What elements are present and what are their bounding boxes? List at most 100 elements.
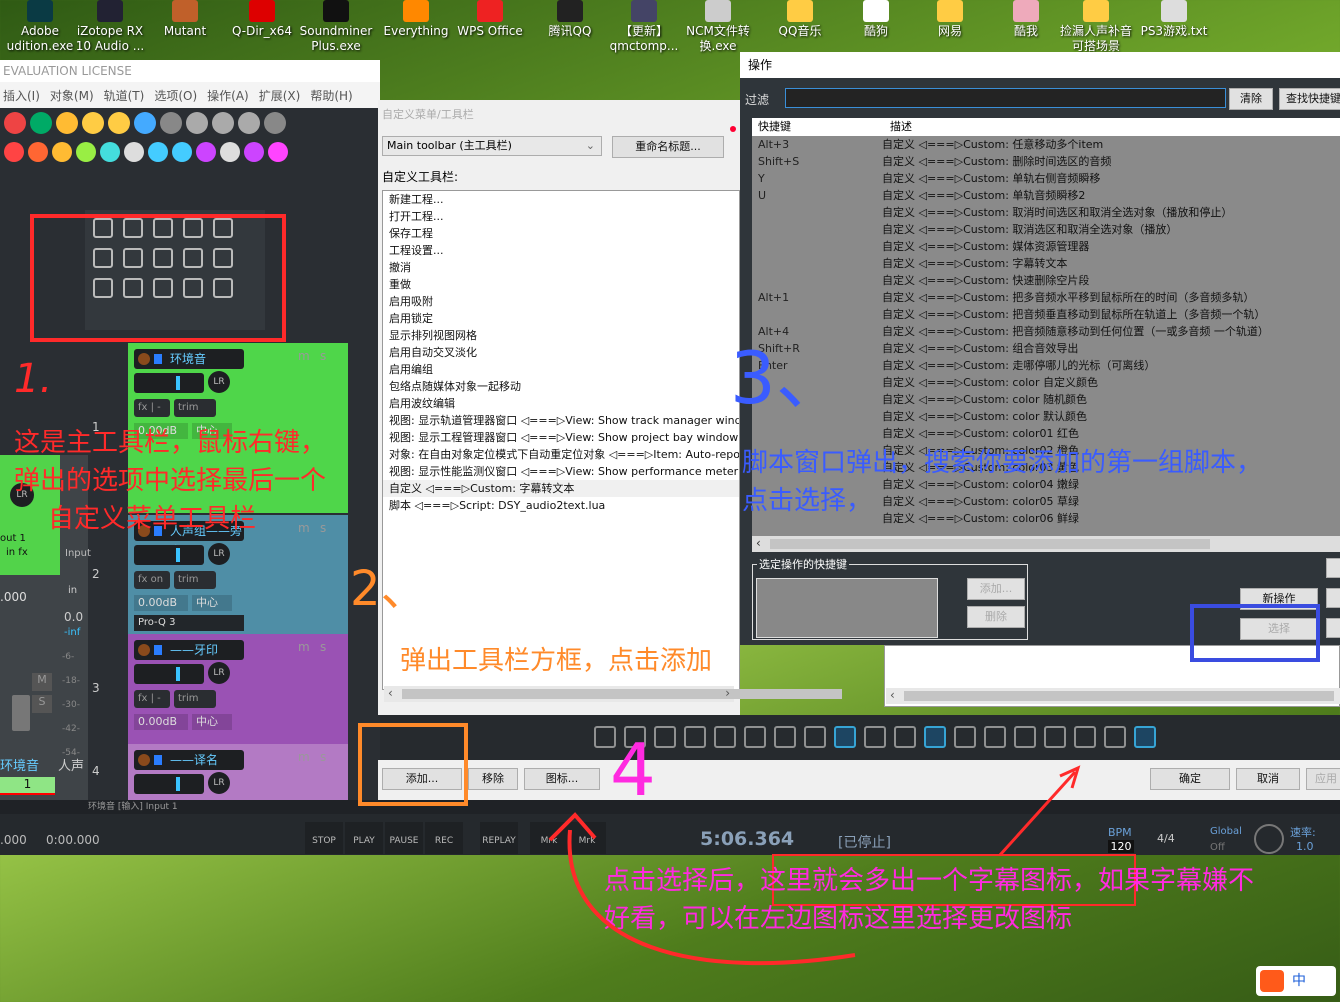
transport-stop-button[interactable]: STOP <box>305 822 343 854</box>
transport-mrk-button[interactable]: Mrk <box>568 822 606 854</box>
desktop-icon[interactable]: Soundminer Plus.exe <box>296 0 376 54</box>
toolbar-preview-icon[interactable] <box>684 726 706 748</box>
toolbar-list-item[interactable]: 显示排列视图网格 <box>383 327 739 344</box>
apply-button[interactable]: 应用 <box>1306 768 1340 790</box>
toolbar-preview-icon[interactable] <box>864 726 886 748</box>
toolbar-list-item[interactable]: 启用锁定 <box>383 310 739 327</box>
clear-button[interactable]: 清除 <box>1229 88 1273 110</box>
menu-item[interactable]: 扩展(X) <box>259 87 301 104</box>
time-signature[interactable]: 4/4 <box>1157 832 1175 845</box>
mute-button[interactable]: m <box>298 349 310 363</box>
flower-icon[interactable] <box>28 142 48 162</box>
action-row[interactable]: 自定义 ◁===▷Custom: 取消选区和取消全选对象（播放） <box>752 221 1340 238</box>
toolbar-icon[interactable] <box>108 112 130 134</box>
toolbar-list-item[interactable]: 脚本 ◁===▷Script: DSY_audio2text.lua <box>383 497 739 514</box>
action-row[interactable]: U 自定义 ◁===▷Custom: 单轨音频瞬移2 <box>752 187 1340 204</box>
toolbar-preview-icon[interactable] <box>984 726 1006 748</box>
toolbar-icon[interactable] <box>160 112 182 134</box>
toolbar-preview-icon[interactable] <box>924 726 946 748</box>
mute-button[interactable]: m <box>298 640 310 654</box>
record-arm-icon[interactable] <box>138 644 150 656</box>
toolbar-preview-icon[interactable] <box>1044 726 1066 748</box>
ime-indicator[interactable]: 中 <box>1256 966 1336 996</box>
track-name[interactable]: ——译名 <box>134 750 244 770</box>
desktop-icon[interactable]: 捡漏人声补音 可搭场景 <box>1056 0 1136 54</box>
desktop-icon[interactable]: Q-Dir_x64 <box>222 0 302 39</box>
side-button[interactable] <box>1326 618 1340 638</box>
track-row[interactable]: 3 ——牙印 LR fx | - trim 0.00dB 中心 m s <box>88 634 348 744</box>
desktop-icon[interactable]: iZotope RX 10 Audio ... <box>70 0 150 54</box>
flower-icon[interactable] <box>148 142 168 162</box>
menu-item[interactable]: 插入(I) <box>3 87 40 104</box>
toolbar-icon[interactable] <box>212 112 234 134</box>
toolbar-preview-icon[interactable] <box>1104 726 1126 748</box>
toolbar-preview-icon[interactable] <box>954 726 976 748</box>
pan-knob[interactable]: LR <box>208 662 230 684</box>
toolbar-preview-icon[interactable] <box>654 726 676 748</box>
menu-item[interactable]: 选项(O) <box>154 87 197 104</box>
rename-title-button[interactable]: 重命名标题... <box>612 136 724 158</box>
flower-icon[interactable] <box>4 142 24 162</box>
speaker-icon[interactable] <box>154 645 162 655</box>
track-pan[interactable]: 中心 <box>192 714 232 730</box>
in-fx-label[interactable]: in fx <box>6 547 28 558</box>
toolbar-preview-icon[interactable] <box>804 726 826 748</box>
desktop-icon[interactable]: 【更新】 qmctomp... <box>604 0 684 54</box>
menu-item[interactable]: 操作(A) <box>207 87 249 104</box>
track-row[interactable]: 4 ——译名 LR m s <box>88 744 348 800</box>
speaker-icon[interactable] <box>154 354 162 364</box>
toolbar-icon[interactable] <box>186 112 208 134</box>
toolbar-list-item[interactable]: 启用吸附 <box>383 293 739 310</box>
toolbar-list-item[interactable]: 工程设置... <box>383 242 739 259</box>
action-row[interactable]: Y 自定义 ◁===▷Custom: 单轨右侧音频瞬移 <box>752 170 1340 187</box>
transport-replay-button[interactable]: REPLAY <box>480 822 518 854</box>
remove-button[interactable]: 移除 <box>468 768 518 790</box>
menu-item[interactable]: 对象(M) <box>50 87 94 104</box>
shortcut-add-button[interactable]: 添加... <box>967 578 1025 600</box>
col-shortcut[interactable]: 快捷键 <box>758 118 791 136</box>
toolbar-list-item[interactable]: 启用波纹编辑 <box>383 395 739 412</box>
flower-icon[interactable] <box>244 142 264 162</box>
toolbar-list-item[interactable]: 保存工程 <box>383 225 739 242</box>
speaker-icon[interactable] <box>154 755 162 765</box>
action-row[interactable]: 自定义 ◁===▷Custom: 字幕转文本 <box>752 255 1340 272</box>
desktop-icon[interactable]: NCM文件转 换.exe <box>678 0 758 54</box>
toolbar-list-item[interactable]: 重做 <box>383 276 739 293</box>
cancel-button[interactable]: 取消 <box>1236 768 1300 790</box>
toolbar-preview[interactable] <box>380 715 1340 760</box>
volume-fader[interactable] <box>12 695 30 731</box>
volume-fader[interactable] <box>134 373 204 393</box>
col-description[interactable]: 描述 <box>890 118 912 136</box>
trim-button[interactable]: trim <box>174 399 216 417</box>
toolbar-icon[interactable] <box>82 112 104 134</box>
toolbar-list-item[interactable]: 撤消 <box>383 259 739 276</box>
desktop-icon[interactable]: 腾讯QQ <box>530 0 610 39</box>
toolbar-list-item[interactable]: 对象: 在自由对象定位模式下自动重定位对象 ◁===▷Item: Auto-re… <box>383 446 739 463</box>
plugin-slot[interactable]: Pro-Q 3 <box>134 615 244 631</box>
solo-button[interactable]: s <box>320 640 326 654</box>
flower-icon[interactable] <box>76 142 96 162</box>
action-row[interactable]: Shift+S 自定义 ◁===▷Custom: 删除时间选区的音频 <box>752 153 1340 170</box>
menu-item[interactable]: 帮助(H) <box>310 87 352 104</box>
toolbar-list-item[interactable]: 视图: 显示性能监测仪窗口 ◁===▷View: Show performanc… <box>383 463 739 480</box>
toolbar-select[interactable]: Main toolbar (主工具栏) ⌄ <box>382 136 602 156</box>
action-row[interactable]: 自定义 ◁===▷Custom: 媒体资源管理器 <box>752 238 1340 255</box>
toolbar-items-list[interactable]: 新建工程... 打开工程... 保存工程 工程设置... 撤消 重做 启用吸附 启用锁定 显示排… <box>382 190 740 690</box>
desktop-icon[interactable]: WPS Office <box>450 0 530 39</box>
volume-fader[interactable] <box>134 774 204 794</box>
filter-input[interactable] <box>785 88 1226 108</box>
toolbar-list-item[interactable]: 包络点随媒体对象一起移动 <box>383 378 739 395</box>
ok-button[interactable]: 确定 <box>1150 768 1230 790</box>
shortcut-list[interactable] <box>756 578 938 638</box>
rate-knob[interactable] <box>1254 824 1284 854</box>
toolbar-icon[interactable] <box>238 112 260 134</box>
pan-knob[interactable]: LR <box>208 543 230 565</box>
main-toolbar[interactable] <box>0 108 380 198</box>
action-row[interactable]: Alt+1 自定义 ◁===▷Custom: 把多音频水平移到鼠标所在的时间（多音… <box>752 289 1340 306</box>
volume-fader[interactable] <box>134 664 204 684</box>
toolbar-list-item[interactable]: 新建工程... <box>383 191 739 208</box>
track-name[interactable]: 环境音 <box>134 349 244 369</box>
fx-button[interactable]: fx on <box>134 571 170 589</box>
pan-knob[interactable]: LR <box>208 371 230 393</box>
menu-item[interactable]: 轨道(T) <box>104 87 145 104</box>
